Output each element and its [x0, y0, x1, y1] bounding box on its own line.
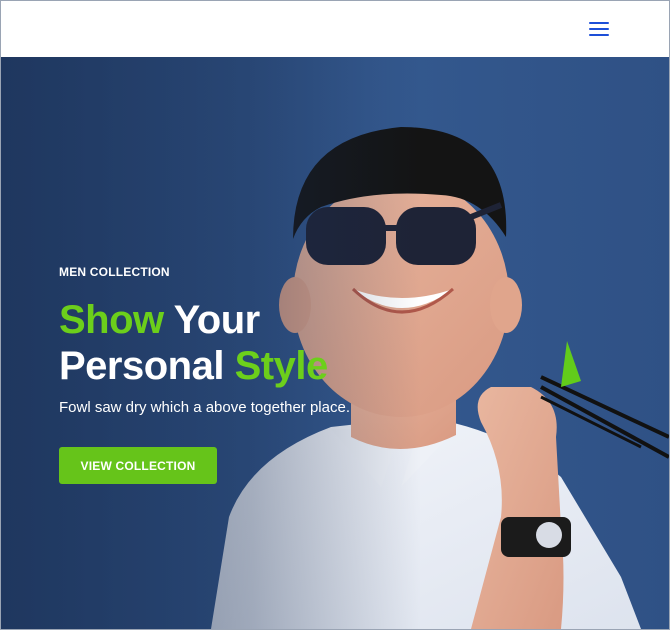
page: MEN COLLECTION Show Your Personal Style … [0, 0, 670, 630]
hero-headline: Show Your Personal Style [59, 297, 379, 389]
hamburger-menu-icon[interactable] [589, 20, 609, 36]
view-collection-button[interactable]: VIEW COLLECTION [59, 447, 217, 484]
menu-line [589, 22, 609, 24]
headline-word-your: Your [173, 298, 261, 342]
hero-subtitle: Fowl saw dry which a above together plac… [59, 399, 350, 416]
hero-banner: MEN COLLECTION Show Your Personal Style … [1, 57, 669, 629]
headline-word-show: Show [59, 298, 164, 342]
top-navigation-bar [1, 1, 669, 57]
collection-label: MEN COLLECTION [59, 265, 170, 279]
headline-word-personal: Personal [59, 344, 224, 388]
headline-word-style: Style [234, 344, 329, 388]
menu-line [589, 28, 609, 30]
menu-line [589, 34, 609, 36]
hero-text-block: MEN COLLECTION Show Your Personal Style … [59, 265, 379, 484]
